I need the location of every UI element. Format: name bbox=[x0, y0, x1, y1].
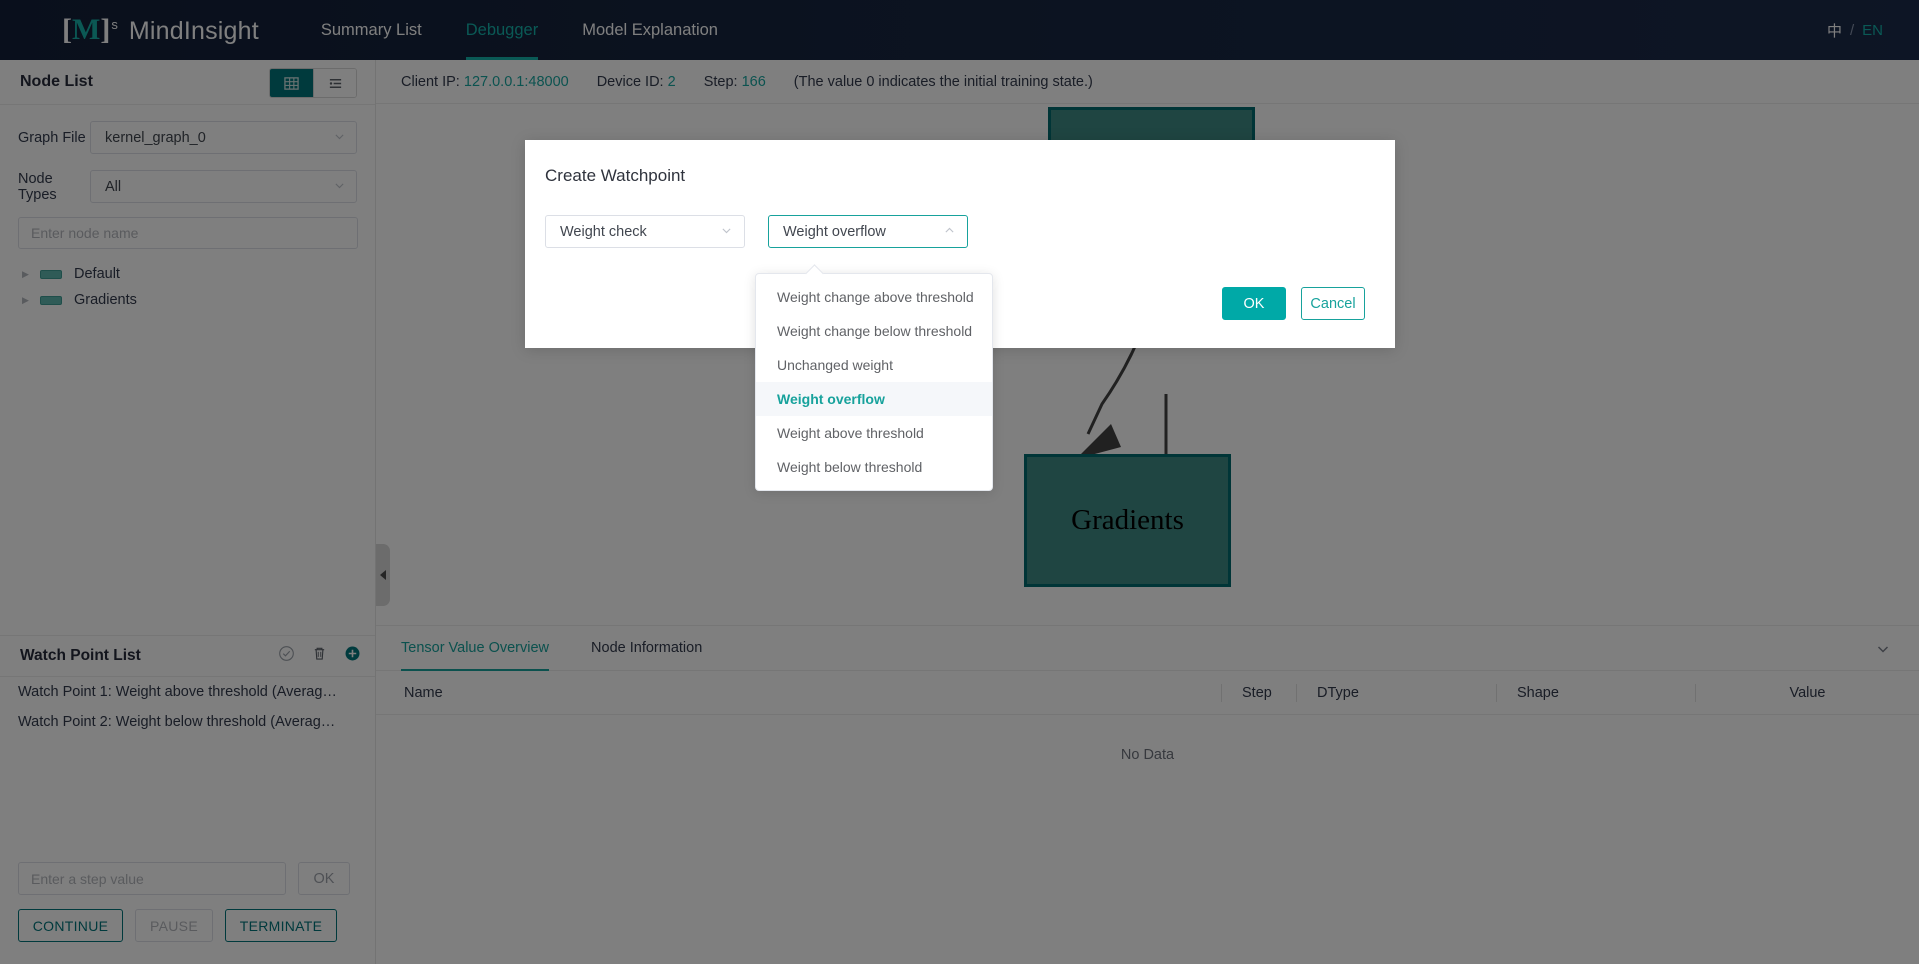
watchpoint-category-value: Weight check bbox=[560, 223, 647, 240]
dialog-footer: OK Cancel bbox=[1222, 287, 1365, 320]
dropdown-option[interactable]: Weight change below threshold bbox=[756, 314, 992, 348]
app-root: [M] s MindInsight Summary List Debugger … bbox=[0, 0, 1919, 964]
dropdown-option[interactable]: Weight change above threshold bbox=[756, 280, 992, 314]
watchpoint-condition-select[interactable]: Weight overflow bbox=[768, 215, 968, 248]
dialog-title: Create Watchpoint bbox=[545, 166, 686, 185]
watchpoint-category-select[interactable]: Weight check bbox=[545, 215, 745, 248]
dropdown-option[interactable]: Weight below threshold bbox=[756, 450, 992, 484]
dialog-body: Weight check Weight overflow bbox=[525, 186, 1395, 248]
watchpoint-condition-value: Weight overflow bbox=[783, 223, 886, 240]
dialog-cancel-button[interactable]: Cancel bbox=[1301, 287, 1365, 320]
dropdown-option[interactable]: Unchanged weight bbox=[756, 348, 992, 382]
watchpoint-condition-dropdown: Weight change above threshold Weight cha… bbox=[755, 273, 993, 491]
chevron-up-icon bbox=[943, 224, 956, 240]
chevron-down-icon bbox=[720, 224, 733, 240]
dropdown-option[interactable]: Weight above threshold bbox=[756, 416, 992, 450]
dialog-ok-button[interactable]: OK bbox=[1222, 287, 1286, 320]
dropdown-option-selected[interactable]: Weight overflow bbox=[756, 382, 992, 416]
